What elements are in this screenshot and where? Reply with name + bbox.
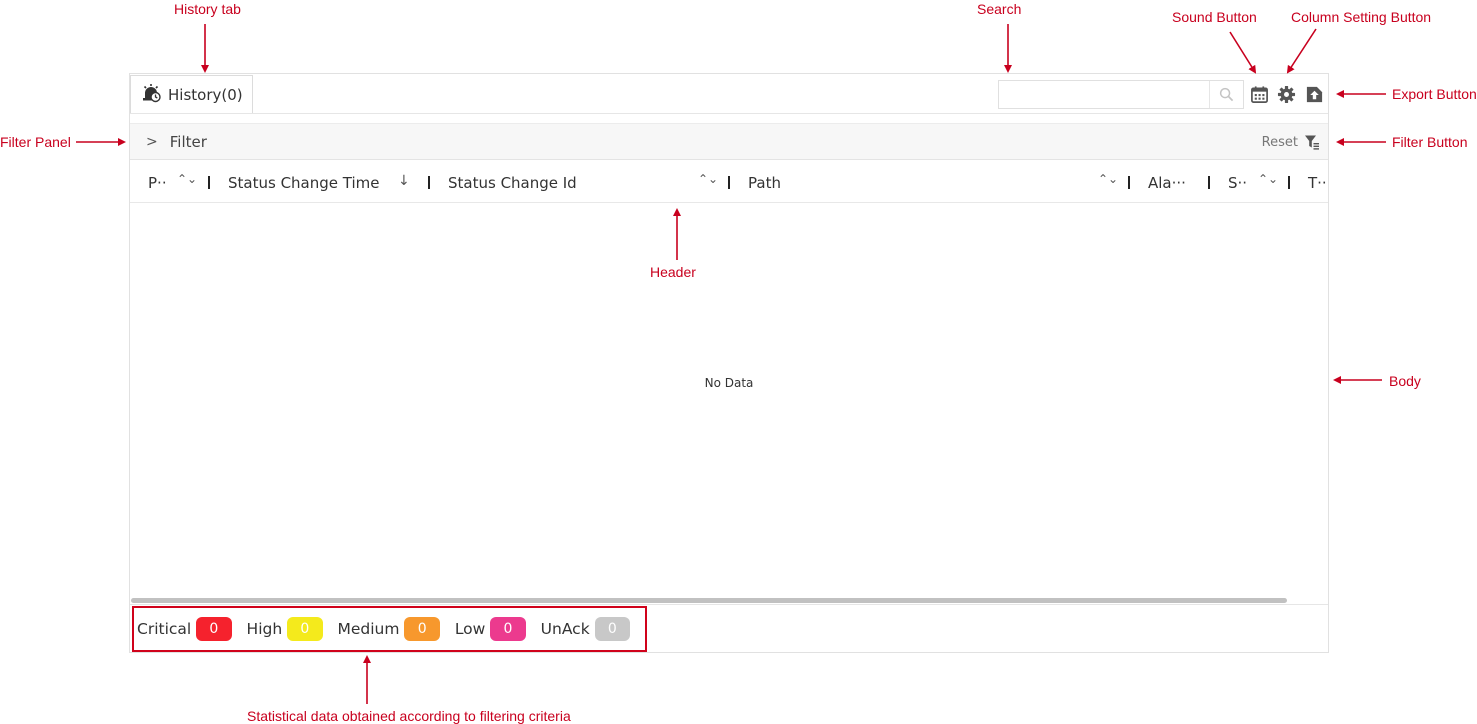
annotation-filter-button: Filter Button	[1392, 134, 1468, 150]
annotation-sound-button: Sound Button	[1172, 9, 1257, 25]
annotation-body: Body	[1389, 373, 1421, 389]
screenshot-stage: History(0) > Filter Reset P·· ⌃⌄ Status …	[0, 0, 1477, 724]
annotation-column-setting-button: Column Setting Button	[1291, 9, 1432, 25]
annotation-arrows	[76, 24, 1386, 704]
annotation-header: Header	[650, 264, 696, 280]
annotation-search: Search	[977, 1, 1022, 17]
annotation-filter-panel: Filter Panel	[0, 134, 71, 150]
annotation-export-button: Export Button	[1392, 86, 1477, 102]
annotation-history-tab: History tab	[174, 1, 241, 17]
annotation-statistics: Statistical data obtained according to f…	[247, 708, 571, 724]
